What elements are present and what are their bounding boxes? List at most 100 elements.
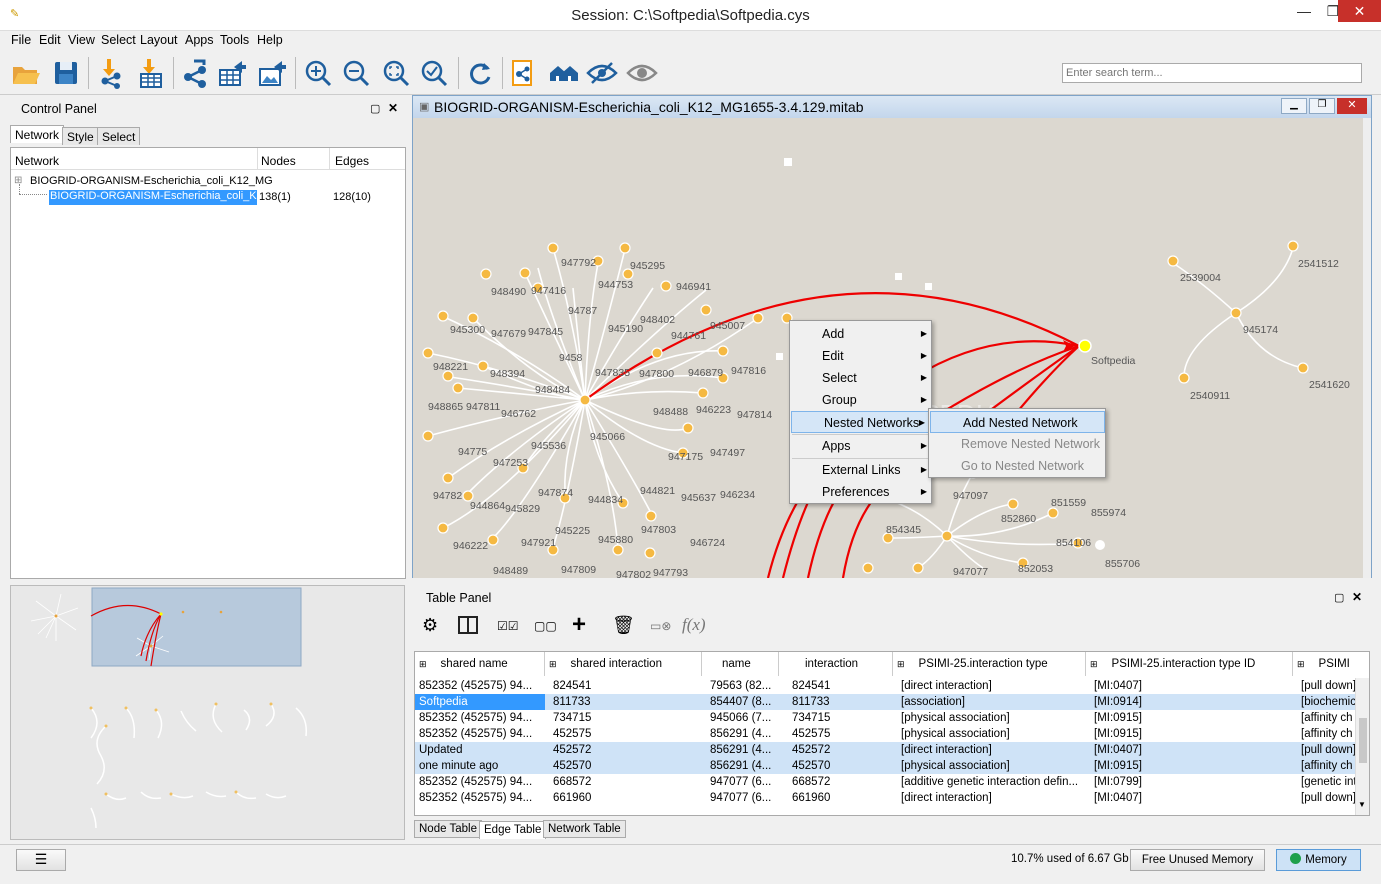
menu-item-group[interactable]: Group ▶ — [790, 389, 931, 411]
table-cell[interactable]: [direct interaction] — [899, 678, 1087, 694]
table-row[interactable]: Updated 452572 856291 (4... 452572 [direct i… — [415, 742, 1355, 758]
table-cell[interactable]: 852352 (452575) 94... — [417, 710, 547, 726]
show-icon[interactable] — [626, 57, 658, 89]
table-scrollbar[interactable]: ▼ — [1355, 678, 1369, 815]
col-nodes[interactable]: Nodes — [261, 154, 296, 168]
scroll-down-icon[interactable]: ▼ — [1358, 800, 1366, 809]
table-cell[interactable]: 668572 — [790, 774, 898, 790]
table-row[interactable]: Softpedia 811733 854407 (8... 811733 [associ… — [415, 694, 1355, 710]
table-cell[interactable]: [physical association] — [899, 758, 1087, 774]
tab-network[interactable]: Network — [10, 125, 65, 143]
table-cell[interactable]: 452575 — [790, 726, 898, 742]
table-cell[interactable]: 856291 (4... — [708, 758, 778, 774]
table-cell[interactable]: [MI:0407] — [1092, 678, 1292, 694]
table-cell[interactable]: 668572 — [551, 774, 703, 790]
canvas-scrollbar[interactable] — [1363, 118, 1371, 578]
table-cell[interactable]: [biochemica — [1299, 694, 1355, 710]
free-memory-button[interactable]: Free Unused Memory — [1130, 849, 1265, 871]
table-row[interactable]: 852352 (452575) 94... 824541 79563 (82... 8… — [415, 678, 1355, 694]
col-interaction-type[interactable]: ⊞ PSIMI-25.interaction type — [893, 652, 1086, 676]
table-cell[interactable]: [MI:0914] — [1092, 694, 1292, 710]
table-cell[interactable]: 452575 — [551, 726, 703, 742]
table-cell[interactable]: [direct interaction] — [899, 790, 1087, 806]
menu-apps[interactable]: Apps — [185, 33, 214, 47]
menu-item-go-to-nested-network[interactable]: Go to Nested Network — [929, 455, 1105, 477]
menu-tools[interactable]: Tools — [220, 33, 249, 47]
float-panel-icon[interactable]: ▢ — [1334, 591, 1344, 604]
table-cell[interactable]: 79563 (82... — [708, 678, 778, 694]
columns-icon[interactable] — [458, 616, 478, 634]
tab-node-table[interactable]: Node Table — [414, 820, 482, 838]
table-cell[interactable]: 452570 — [790, 758, 898, 774]
memory-button[interactable]: Memory — [1276, 849, 1361, 871]
zoom-out-icon[interactable] — [340, 57, 372, 89]
import-table-icon[interactable] — [135, 57, 167, 89]
table-cell[interactable]: [MI:0407] — [1092, 742, 1292, 758]
tab-select[interactable]: Select — [97, 127, 141, 145]
table-cell[interactable]: [MI:0915] — [1092, 726, 1292, 742]
table-cell[interactable]: 824541 — [551, 678, 703, 694]
table-cell[interactable]: 824541 — [790, 678, 898, 694]
table-cell[interactable]: 661960 — [790, 790, 898, 806]
table-cell[interactable]: [MI:0407] — [1092, 790, 1292, 806]
home-icon[interactable] — [548, 57, 580, 89]
table-cell[interactable]: [MI:0915] — [1092, 710, 1292, 726]
menu-item-add[interactable]: Add ▶ — [790, 323, 931, 345]
table-cell[interactable]: [affinity ch — [1299, 758, 1355, 774]
table-row[interactable]: one minute ago 452570 856291 (4... 452570 [p… — [415, 758, 1355, 774]
table-cell[interactable]: [pull down] — [1299, 742, 1355, 758]
table-cell[interactable]: 811733 — [551, 694, 703, 710]
table-cell[interactable]: 452572 — [790, 742, 898, 758]
table-cell[interactable]: [pull down] — [1299, 790, 1355, 806]
refresh-icon[interactable] — [464, 57, 496, 89]
save-session-icon[interactable] — [50, 57, 82, 89]
table-row[interactable]: 852352 (452575) 94... 734715 945066 (7... 7… — [415, 710, 1355, 726]
table-cell[interactable]: [genetic int — [1299, 774, 1355, 790]
table-row[interactable]: 852352 (452575) 94... 452575 856291 (4... 4… — [415, 726, 1355, 742]
table-cell[interactable]: Updated — [417, 742, 547, 758]
menu-item-external-links[interactable]: External Links ▶ — [790, 459, 931, 481]
tab-edge-table[interactable]: Edge Table — [479, 821, 547, 839]
open-session-icon[interactable] — [10, 57, 42, 89]
table-cell[interactable]: 734715 — [551, 710, 703, 726]
view-restore-button[interactable]: ❐ — [1309, 98, 1335, 114]
delete-icon[interactable]: 🗑 — [612, 615, 635, 636]
network-overview[interactable] — [10, 585, 405, 840]
table-cell[interactable]: 856291 (4... — [708, 742, 778, 758]
table-cell[interactable]: 854407 (8... — [708, 694, 778, 710]
tab-network-table[interactable]: Network Table — [543, 820, 626, 838]
settings-icon[interactable]: ⚙ — [422, 615, 438, 636]
add-icon[interactable]: + — [572, 611, 586, 639]
table-cell[interactable]: [affinity ch — [1299, 710, 1355, 726]
menu-view[interactable]: View — [68, 33, 95, 47]
table-cell[interactable]: Softpedia — [415, 694, 545, 710]
table-cell[interactable]: 852352 (452575) 94... — [417, 790, 547, 806]
col-interaction[interactable]: interaction — [779, 652, 893, 676]
view-close-button[interactable]: ✕ — [1337, 98, 1367, 114]
table-cell[interactable]: 856291 (4... — [708, 726, 778, 742]
view-minimize-button[interactable]: ▁ — [1281, 98, 1307, 114]
col-network[interactable]: Network — [15, 154, 59, 168]
select-all-icon[interactable]: ☑☑ — [497, 619, 519, 633]
col-edges[interactable]: Edges — [335, 154, 369, 168]
col-psimi[interactable]: ⊞ PSIMI — [1293, 652, 1353, 676]
table-cell[interactable]: 661960 — [551, 790, 703, 806]
collection-name[interactable]: BIOGRID-ORGANISM-Escherichia_coli_K12_MG — [30, 175, 273, 187]
menu-select[interactable]: Select — [101, 33, 136, 47]
table-cell[interactable]: 734715 — [790, 710, 898, 726]
menu-layout[interactable]: Layout — [140, 33, 178, 47]
table-cell[interactable]: 947077 (6... — [708, 790, 778, 806]
col-shared-name[interactable]: ⊞ shared name — [415, 652, 545, 676]
menu-item-remove-nested-network[interactable]: Remove Nested Network — [929, 433, 1105, 455]
table-cell[interactable]: 452570 — [551, 758, 703, 774]
export-image-icon[interactable] — [256, 57, 288, 89]
table-cell[interactable]: [additive genetic interaction defin... — [899, 774, 1087, 790]
tab-style[interactable]: Style — [62, 127, 99, 145]
table-row[interactable]: 852352 (452575) 94... 661960 947077 (6... 6… — [415, 790, 1355, 806]
menu-item-nested-networks[interactable]: Nested Networks ▶ — [791, 411, 930, 433]
menu-file[interactable]: File — [11, 33, 31, 47]
menu-item-add-nested-network[interactable]: Add Nested Network — [930, 411, 1105, 433]
table-cell[interactable]: [affinity ch — [1299, 726, 1355, 742]
import-network-icon[interactable] — [95, 57, 127, 89]
close-button[interactable]: ✕ — [1338, 0, 1381, 22]
